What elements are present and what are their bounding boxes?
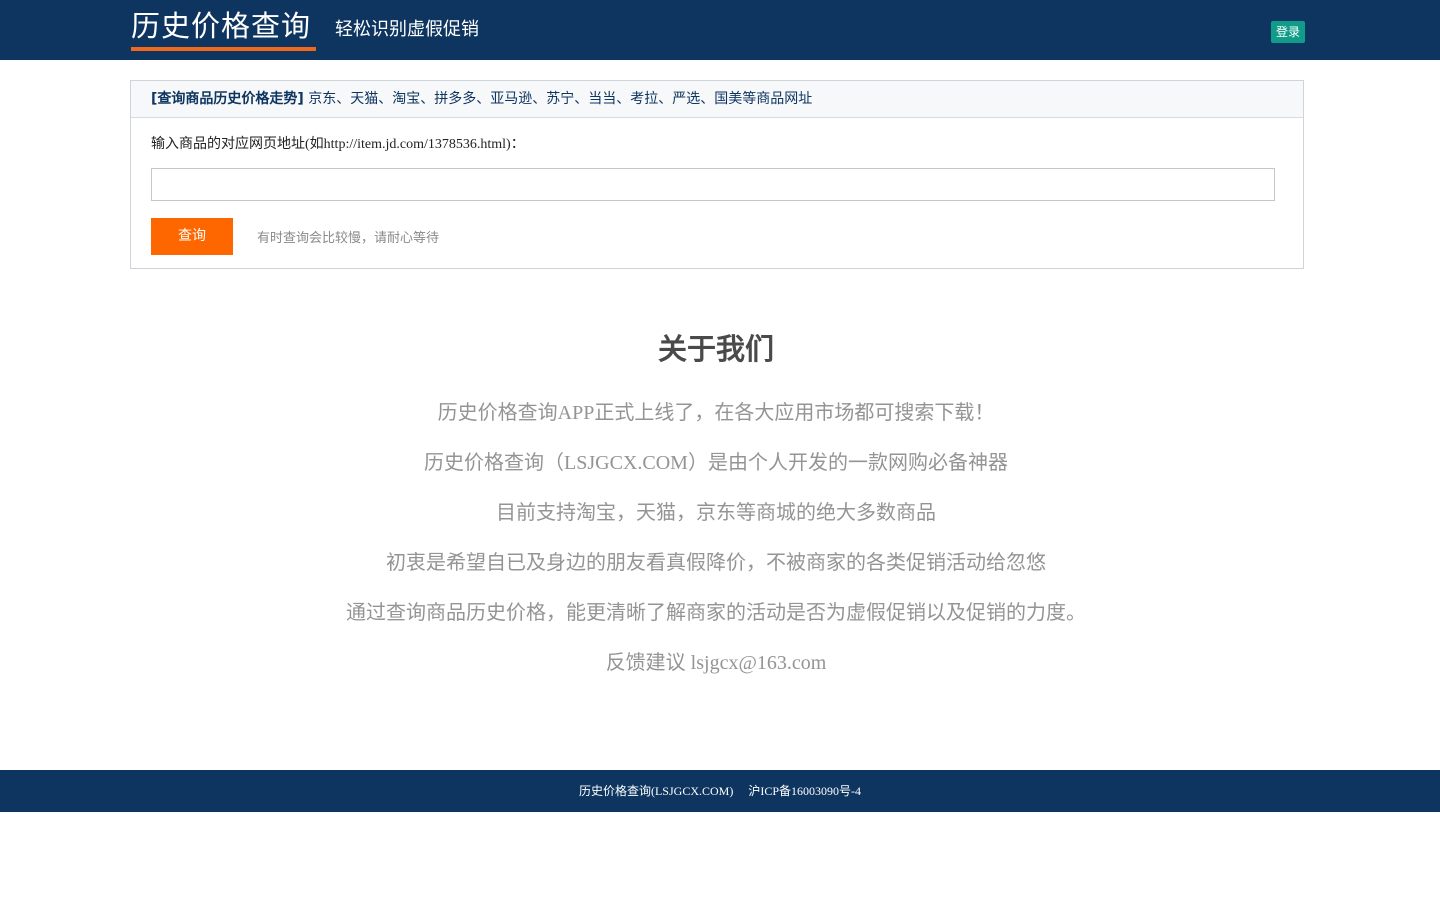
page-footer: 历史价格查询(LSJGCX.COM) 沪ICP备16003090号-4 (0, 770, 1440, 812)
footer-site-name: 历史价格查询(LSJGCX.COM) (578, 784, 734, 798)
login-button[interactable]: 登录 (1271, 21, 1305, 43)
search-panel: [查询商品历史价格走势] 京东、天猫、淘宝、拼多多、亚马逊、苏宁、当当、考拉、严… (130, 80, 1304, 269)
url-input-label: 输入商品的对应网页地址(如http://item.jd.com/1378536.… (151, 137, 525, 152)
logo-text: 历史价格查询 (131, 9, 312, 43)
query-button[interactable]: 查询 (151, 218, 233, 255)
about-line: 历史价格查询（LSJGCX.COM）是由个人开发的一款网购必备神器 (424, 452, 1008, 474)
search-panel-title: [查询商品历史价格走势] (151, 91, 304, 107)
about-title: 关于我们 (657, 332, 774, 366)
supported-sites-text: 京东、天猫、淘宝、拼多多、亚马逊、苏宁、当当、考拉、严选、国美等商品网址 (303, 91, 813, 107)
search-panel-header: [查询商品历史价格走势] 京东、天猫、淘宝、拼多多、亚马逊、苏宁、当当、考拉、严… (131, 81, 1303, 118)
about-line: 历史价格查询APP正式上线了，在各大应用市场都可搜索下载！ (437, 402, 995, 424)
site-logo[interactable]: 历史价格查询 (131, 10, 316, 51)
top-header: 历史价格查询 轻松识别虚假促销 登录 (0, 0, 1440, 60)
feedback-email-line: 反馈建议 lsjgcx@163.com (605, 652, 827, 674)
site-tagline: 轻松识别虚假促销 (335, 19, 479, 40)
about-section: 关于我们 历史价格查询APP正式上线了，在各大应用市场都可搜索下载！ 历史价格查… (0, 329, 1440, 701)
about-line: 通过查询商品历史价格，能更清晰了解商家的活动是否为虚假促销以及促销的力度。 (346, 602, 1086, 624)
about-line: 目前支持淘宝，天猫，京东等商城的绝大多数商品 (496, 502, 936, 524)
about-line: 初衷是希望自已及身边的朋友看真假降价，不被商家的各类促销活动给忽悠 (386, 552, 1046, 574)
footer-icp-link[interactable]: 沪ICP备16003090号-4 (748, 784, 861, 798)
about-lines: 历史价格查询APP正式上线了，在各大应用市场都可搜索下载！ 历史价格查询（LSJ… (0, 401, 1440, 701)
product-url-input[interactable] (151, 168, 1275, 201)
query-hint-text: 有时查询会比较慢，请耐心等待 (257, 231, 440, 246)
